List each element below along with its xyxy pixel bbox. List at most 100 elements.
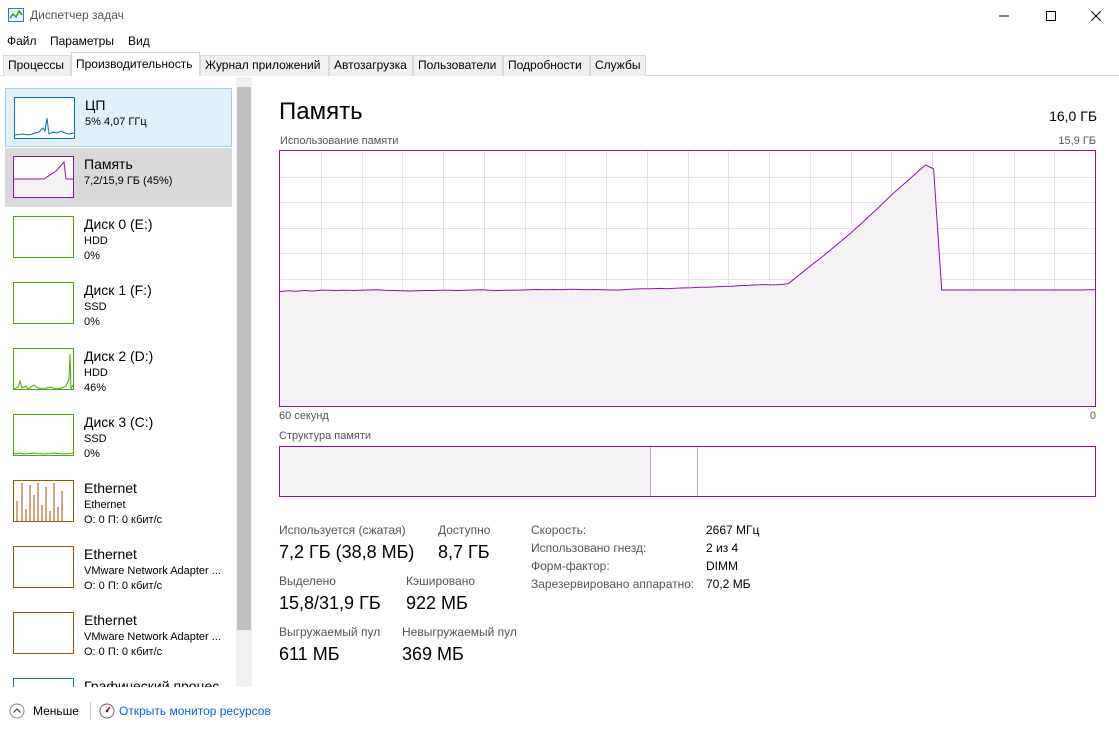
scrollbar-thumb[interactable] xyxy=(237,87,251,630)
sidebar-item-memory[interactable]: Память 7,2/15,9 ГБ (45%) xyxy=(5,148,232,207)
sidebar-item-disk1[interactable]: Диск 1 (F:) SSD 0% xyxy=(5,274,232,333)
footer-bar: Меньше Открыть монитор ресурсов xyxy=(0,696,1119,726)
menu-file[interactable]: Файл xyxy=(7,34,37,48)
network-graph-icon xyxy=(13,546,74,588)
sidebar-item-disk2[interactable]: Диск 2 (D:) HDD 46% xyxy=(5,340,232,399)
page-title: Память xyxy=(279,98,363,125)
memory-total: 16,0 ГБ xyxy=(1049,108,1097,124)
detail-speed-label: Скорость: xyxy=(531,523,587,537)
sidebar-item-label: Диск 0 (E:) xyxy=(84,216,153,232)
maximize-icon xyxy=(1046,10,1056,21)
sidebar-item-detail: 7,2/15,9 ГБ (45%) xyxy=(84,175,173,187)
maximize-button[interactable] xyxy=(1028,0,1074,31)
stat-committed-value: 15,8/31,9 ГБ xyxy=(279,593,381,613)
cpu-graph-icon xyxy=(14,97,75,139)
sidebar-item-disk3[interactable]: Диск 3 (C:) SSD 0% xyxy=(5,406,232,465)
detail-slots-label: Использовано гнезд: xyxy=(531,541,647,555)
footer-divider xyxy=(90,702,91,720)
sidebar-item-detail: 5% 4,07 ГГц xyxy=(85,116,147,128)
sidebar-item-gpu[interactable]: Графический процес xyxy=(5,670,232,687)
stat-committed-label: Выделено xyxy=(279,574,336,588)
sidebar-item-usage: 0% xyxy=(84,316,100,328)
sidebar-item-usage: 0% xyxy=(84,448,100,460)
sidebar-item-label: Диск 1 (F:) xyxy=(84,282,152,298)
tab-services[interactable]: Службы xyxy=(590,55,646,76)
close-icon xyxy=(1091,10,1101,21)
stat-nonpaged-pool-value: 369 МБ xyxy=(402,644,464,664)
minimize-icon xyxy=(999,15,1009,16)
sidebar-item-label: Графический процес xyxy=(84,678,220,687)
detail-slots-value: 2 из 4 xyxy=(706,541,739,555)
minimize-button[interactable] xyxy=(981,0,1027,31)
composition-in-use[interactable] xyxy=(280,447,651,496)
menu-bar: Файл Параметры Вид xyxy=(0,31,1119,51)
tab-processes[interactable]: Процессы xyxy=(3,55,71,76)
open-resource-monitor-link[interactable]: Открыть монитор ресурсов xyxy=(119,704,271,718)
tab-app-history[interactable]: Журнал приложений xyxy=(200,55,329,76)
disk-graph-icon xyxy=(13,414,74,456)
memory-composition-bar xyxy=(279,446,1096,497)
sidebar-item-label: ЦП xyxy=(85,97,106,113)
stat-in-use-value: 7,2 ГБ (38,8 МБ) xyxy=(279,542,415,562)
sidebar-item-type: SSD xyxy=(84,301,107,313)
structure-label: Структура памяти xyxy=(279,430,372,442)
sidebar-item-ethernet-3[interactable]: Ethernet VMware Network Adapter ... О: 0… xyxy=(5,604,232,663)
sidebar-item-type: HDD xyxy=(84,235,108,247)
network-graph-icon xyxy=(13,612,74,654)
sidebar-item-label: Ethernet xyxy=(84,480,137,496)
detail-speed-value: 2667 МГц xyxy=(706,523,760,537)
menu-options[interactable]: Параметры xyxy=(50,34,114,48)
sidebar-item-label: Память xyxy=(84,156,133,172)
sidebar-item-label: Ethernet xyxy=(84,546,137,562)
disk-graph-icon xyxy=(13,282,74,324)
detail-form-factor-value: DIMM xyxy=(706,559,738,573)
sidebar-item-throughput: О: 0 П: 0 кбит/с xyxy=(84,514,163,526)
tab-startup[interactable]: Автозагрузка xyxy=(329,55,413,76)
sidebar-item-usage: 0% xyxy=(84,250,100,262)
fewer-details-button[interactable]: Меньше xyxy=(33,704,79,718)
sidebar-item-throughput: О: 0 П: 0 кбит/с xyxy=(84,580,163,592)
menu-view[interactable]: Вид xyxy=(128,34,150,48)
disk-graph-icon xyxy=(13,348,74,390)
sidebar-item-label: Ethernet xyxy=(84,612,137,628)
gpu-graph-icon xyxy=(13,678,74,687)
graph-label: Использование памяти xyxy=(280,135,399,147)
memory-usage-chart xyxy=(279,151,1095,406)
sidebar-item-throughput: О: 0 П: 0 кбит/с xyxy=(84,646,163,658)
stat-in-use-label: Используется (сжатая) xyxy=(279,523,406,537)
sidebar-item-adapter: Ethernet xyxy=(84,499,126,511)
chevron-up-icon[interactable] xyxy=(9,703,25,719)
title-bar: Диспетчер задач xyxy=(0,0,1119,31)
tab-performance[interactable]: Производительность xyxy=(71,52,200,76)
sidebar-item-label: Диск 2 (D:) xyxy=(84,348,154,364)
detail-reserved-value: 70,2 МБ xyxy=(706,577,751,591)
stat-paged-pool-value: 611 МБ xyxy=(279,644,340,664)
disk-graph-icon xyxy=(13,216,74,258)
tab-details[interactable]: Подробности xyxy=(503,55,590,76)
sidebar-scrollbar[interactable] xyxy=(236,77,252,687)
memory-usage-graph xyxy=(279,150,1096,407)
tab-users[interactable]: Пользователи xyxy=(413,55,503,76)
sidebar-item-cpu[interactable]: ЦП 5% 4,07 ГГц xyxy=(5,88,232,147)
task-manager-icon xyxy=(8,8,24,22)
memory-graph-icon xyxy=(13,156,74,198)
window-title: Диспетчер задач xyxy=(30,8,124,22)
composition-standby[interactable] xyxy=(652,447,698,496)
sidebar-item-usage: 46% xyxy=(84,382,107,394)
time-axis-start: 60 секунд xyxy=(279,410,329,422)
stat-nonpaged-pool-label: Невыгружаемый пул xyxy=(402,625,517,639)
sidebar-item-disk0[interactable]: Диск 0 (E:) HDD 0% xyxy=(5,208,232,267)
detail-form-factor-label: Форм-фактор: xyxy=(531,559,610,573)
tab-bar: Процессы Производительность Журнал прило… xyxy=(0,52,1119,76)
sidebar-item-ethernet-2[interactable]: Ethernet VMware Network Adapter ... О: 0… xyxy=(5,538,232,597)
resource-sidebar: ЦП 5% 4,07 ГГц Память 7,2/15,9 ГБ (45%) … xyxy=(0,77,254,687)
stat-available-label: Доступно xyxy=(438,523,491,537)
sidebar-item-type: SSD xyxy=(84,433,107,445)
sidebar-item-ethernet-1[interactable]: Ethernet Ethernet О: 0 П: 0 кбит/с xyxy=(5,472,232,531)
time-axis-end: 0 xyxy=(1089,410,1096,422)
close-button[interactable] xyxy=(1073,0,1119,31)
graph-max-label: 15,9 ГБ xyxy=(1058,135,1096,147)
detail-reserved-label: Зарезервировано аппаратно: xyxy=(531,577,695,591)
stat-cached-value: 922 МБ xyxy=(406,593,468,613)
sidebar-item-type: HDD xyxy=(84,367,108,379)
